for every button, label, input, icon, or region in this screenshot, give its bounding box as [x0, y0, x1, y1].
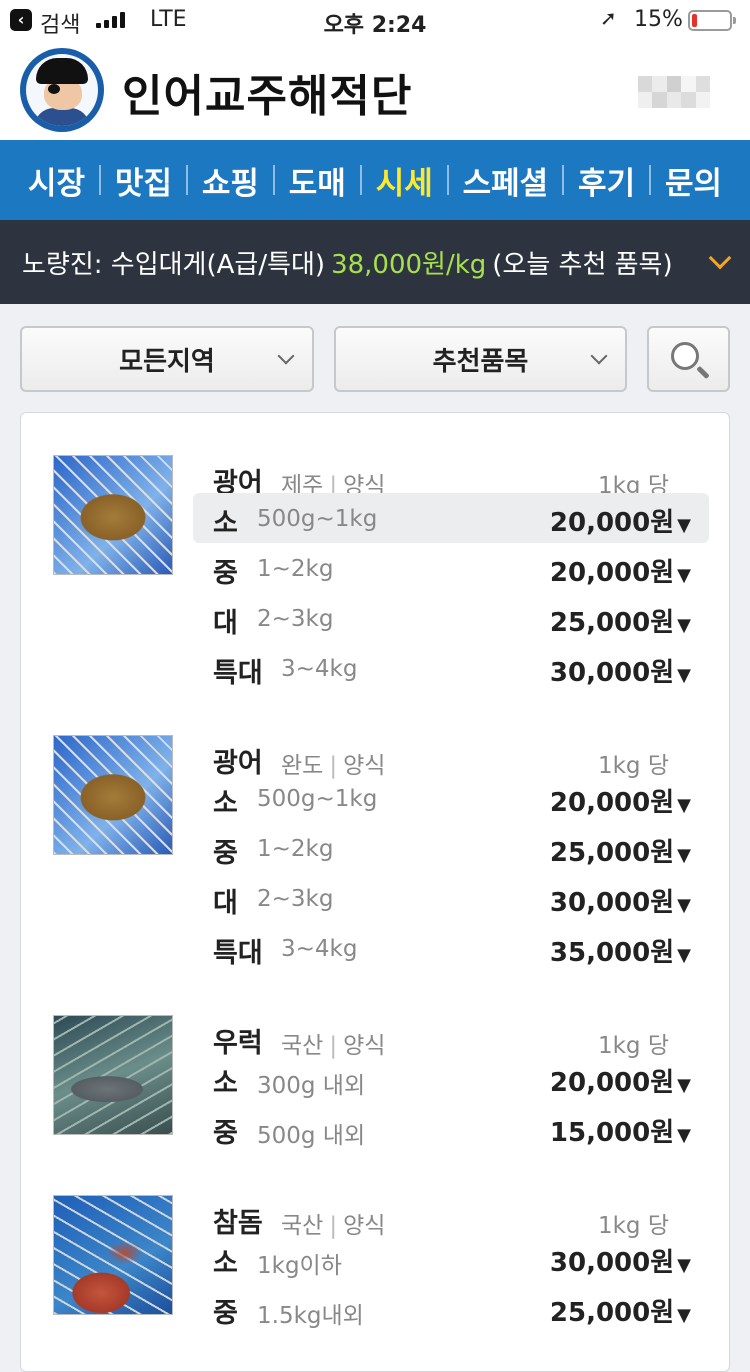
search-button[interactable]	[647, 326, 730, 392]
region-select-label: 모든지역	[119, 346, 215, 377]
triangle-down-icon[interactable]: ▼	[677, 845, 691, 866]
triangle-down-icon[interactable]: ▼	[677, 665, 691, 686]
blurred-account-area[interactable]	[638, 76, 710, 108]
price-row[interactable]: 소 500g~1kg 20,000원 ▼	[193, 773, 709, 823]
weight-range: 1kg이하	[257, 1253, 342, 1279]
pirate-logo-icon[interactable]	[20, 48, 104, 132]
weight-range: 2~3kg	[257, 886, 334, 912]
triangle-down-icon[interactable]: ▼	[677, 895, 691, 916]
status-bar: ‹ 검색 LTE 오후 2:24 ➚ 15%	[0, 0, 750, 40]
chevron-down-icon	[590, 347, 608, 365]
price-row[interactable]: 중 500g 내외 15,000원 ▼	[193, 1103, 709, 1153]
price-row[interactable]: 특대 3~4kg 30,000원 ▼	[193, 643, 709, 693]
brand-title[interactable]: 인어교주해적단	[122, 60, 412, 124]
size-label: 대	[213, 608, 238, 639]
size-label: 대	[213, 888, 238, 919]
nav-item[interactable]: 시장	[14, 158, 99, 203]
price-value: 30,000원 ▼	[549, 1248, 691, 1278]
price-row[interactable]: 소 500g~1kg 20,000원 ▼	[193, 493, 709, 543]
price-value: 20,000원 ▼	[549, 1068, 691, 1098]
main-nav: 시장 맛집 쇼핑 도매 시세 스페셜 후기 문의	[0, 140, 750, 220]
search-icon	[671, 342, 699, 370]
battery-icon	[688, 10, 736, 31]
weight-range: 3~4kg	[281, 936, 358, 962]
ticker-price: 38,000원/kg	[331, 249, 487, 280]
nav-item[interactable]: 쇼핑	[188, 158, 273, 203]
price-value: 25,000원 ▼	[549, 838, 691, 868]
weight-range: 1.5kg내외	[257, 1303, 364, 1329]
nav-item[interactable]: 후기	[564, 158, 649, 203]
triangle-down-icon[interactable]: ▼	[677, 945, 691, 966]
product-photo[interactable]	[53, 735, 173, 855]
size-label: 소	[213, 788, 238, 819]
size-label: 중	[213, 838, 238, 869]
size-label: 중	[213, 558, 238, 589]
price-value: 25,000원 ▼	[549, 608, 691, 638]
weight-range: 1~2kg	[257, 556, 334, 582]
price-value: 30,000원 ▼	[549, 658, 691, 688]
item-select[interactable]: 추천품목	[334, 326, 627, 392]
weight-range: 500g 내외	[257, 1123, 366, 1149]
ticker-suffix: (오늘 추천 품목)	[492, 249, 673, 280]
price-value: 15,000원 ▼	[549, 1118, 691, 1148]
size-label: 중	[213, 1298, 238, 1329]
price-row[interactable]: 대 2~3kg 30,000원 ▼	[193, 873, 709, 923]
price-row[interactable]: 특대 3~4kg 35,000원 ▼	[193, 923, 709, 973]
weight-range: 2~3kg	[257, 606, 334, 632]
price-value: 20,000원 ▼	[549, 558, 691, 588]
triangle-down-icon[interactable]: ▼	[677, 1255, 691, 1276]
triangle-down-icon[interactable]: ▼	[677, 1305, 691, 1326]
triangle-down-icon[interactable]: ▼	[677, 795, 691, 816]
product-photo[interactable]	[53, 1015, 173, 1135]
ticker-prefix: 노량진: 수입대게(A급/특대)	[22, 249, 326, 280]
price-list-card: 광어 제주 | 양식 1kg 당 소 500g~1kg 20,000원 ▼ 중 1~2kg 20,00…	[20, 412, 730, 1372]
weight-range: 500g~1kg	[257, 786, 378, 812]
triangle-down-icon[interactable]: ▼	[677, 1075, 691, 1096]
chevron-down-icon	[277, 347, 295, 365]
weight-range: 1~2kg	[257, 836, 334, 862]
product-photo[interactable]	[53, 455, 173, 575]
nav-item[interactable]: 스페셜	[449, 158, 563, 203]
size-label: 소	[213, 508, 238, 539]
filter-bar: 모든지역 추천품목	[0, 304, 750, 414]
triangle-down-icon[interactable]: ▼	[677, 515, 691, 536]
app-header: 인어교주해적단	[0, 40, 750, 140]
weight-range: 500g~1kg	[257, 506, 378, 532]
weight-range: 300g 내외	[257, 1073, 366, 1099]
battery-percent: 15%	[634, 7, 683, 32]
size-label: 특대	[213, 938, 263, 969]
chevron-down-icon[interactable]	[708, 246, 732, 270]
triangle-down-icon[interactable]: ▼	[677, 615, 691, 636]
region-select[interactable]: 모든지역	[20, 326, 314, 392]
price-value: 20,000원 ▼	[549, 788, 691, 818]
nav-item[interactable]: 도매	[275, 158, 360, 203]
size-label: 소	[213, 1248, 238, 1279]
recommendation-ticker[interactable]: 노량진: 수입대게(A급/특대) 38,000원/kg (오늘 추천 품목)	[0, 220, 750, 304]
triangle-down-icon[interactable]: ▼	[677, 565, 691, 586]
price-value: 25,000원 ▼	[549, 1298, 691, 1328]
price-row[interactable]: 소 300g 내외 20,000원 ▼	[193, 1053, 709, 1103]
size-label: 중	[213, 1118, 238, 1149]
location-arrow-icon: ➚	[600, 6, 617, 30]
price-row[interactable]: 중 1.5kg내외 25,000원 ▼	[193, 1283, 709, 1333]
size-label: 소	[213, 1068, 238, 1099]
item-select-label: 추천품목	[432, 346, 529, 377]
price-row[interactable]: 중 1~2kg 25,000원 ▼	[193, 823, 709, 873]
nav-item[interactable]: 시세	[362, 158, 447, 203]
nav-item[interactable]: 맛집	[101, 158, 186, 203]
price-row[interactable]: 중 1~2kg 20,000원 ▼	[193, 543, 709, 593]
price-row[interactable]: 소 1kg이하 30,000원 ▼	[193, 1233, 709, 1283]
product-photo[interactable]	[53, 1195, 173, 1315]
weight-range: 3~4kg	[281, 656, 358, 682]
size-label: 특대	[213, 658, 263, 689]
triangle-down-icon[interactable]: ▼	[677, 1125, 691, 1146]
nav-item[interactable]: 문의	[651, 158, 736, 203]
price-row[interactable]: 대 2~3kg 25,000원 ▼	[193, 593, 709, 643]
price-value: 20,000원 ▼	[549, 508, 691, 538]
price-value: 30,000원 ▼	[549, 888, 691, 918]
price-value: 35,000원 ▼	[549, 938, 691, 968]
